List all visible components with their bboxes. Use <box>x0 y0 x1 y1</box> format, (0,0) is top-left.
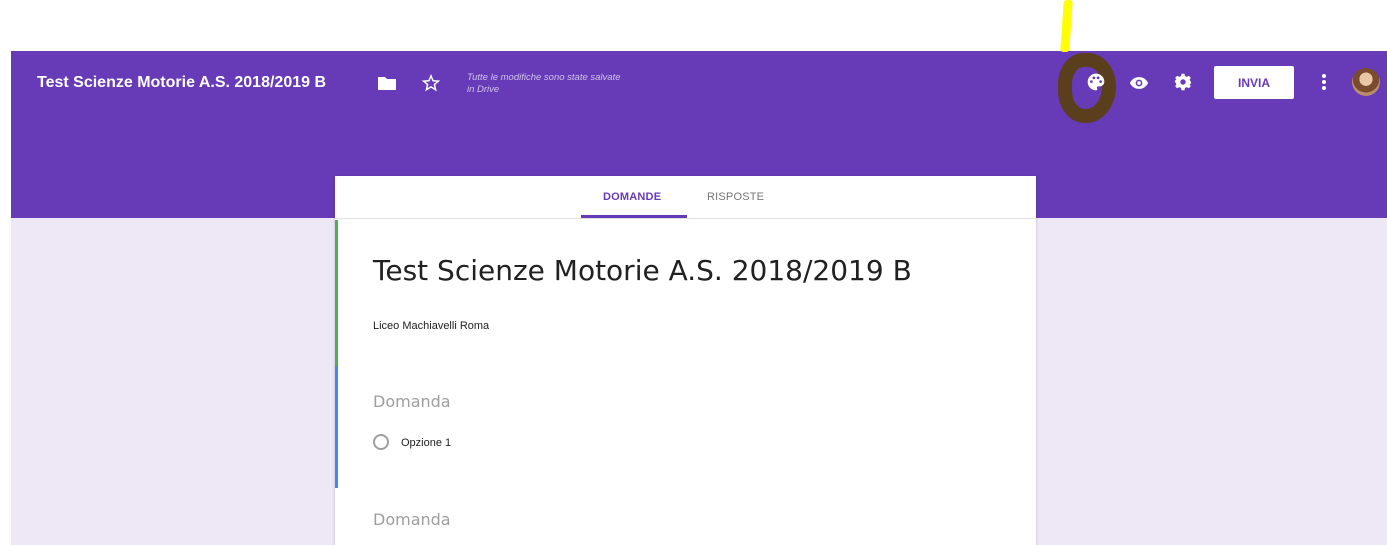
star-icon[interactable] <box>420 72 442 94</box>
tab-questions[interactable]: DOMANDE <box>603 190 661 204</box>
option-label[interactable]: Opzione 1 <box>401 436 451 450</box>
palette-icon[interactable] <box>1084 70 1108 94</box>
send-button[interactable]: INVIA <box>1214 66 1294 99</box>
form-description[interactable]: Liceo Machiavelli Roma <box>373 319 489 333</box>
gear-icon[interactable] <box>1172 71 1194 93</box>
form-title[interactable]: Test Scienze Motorie A.S. 2018/2019 B <box>373 254 912 288</box>
question-title-placeholder[interactable]: Domanda <box>373 392 451 412</box>
back-arrow-icon[interactable] <box>0 70 11 92</box>
tab-bar: DOMANDE RISPOSTE <box>335 176 1036 219</box>
header-form-title[interactable]: Test Scienze Motorie A.S. 2018/2019 B <box>37 73 326 93</box>
form-title-section: Test Scienze Motorie A.S. 2018/2019 B Li… <box>335 220 1036 366</box>
radio-button[interactable] <box>373 434 389 450</box>
eye-icon[interactable] <box>1128 72 1150 94</box>
question-card[interactable]: Domanda <box>335 488 1036 545</box>
save-status-text: Tutte le modifiche sono state salvate in… <box>467 72 621 95</box>
tab-responses[interactable]: RISPOSTE <box>707 190 764 204</box>
question-card[interactable]: Domanda Opzione 1 <box>335 366 1036 488</box>
question-title-placeholder[interactable]: Domanda <box>373 510 451 530</box>
active-tab-indicator <box>581 215 687 218</box>
folder-icon[interactable] <box>377 73 397 93</box>
form-card: DOMANDE RISPOSTE Test Scienze Motorie A.… <box>335 176 1036 545</box>
more-vert-icon[interactable] <box>1314 70 1334 94</box>
yellow-highlight-mark <box>1060 0 1073 52</box>
avatar[interactable] <box>1352 68 1380 96</box>
